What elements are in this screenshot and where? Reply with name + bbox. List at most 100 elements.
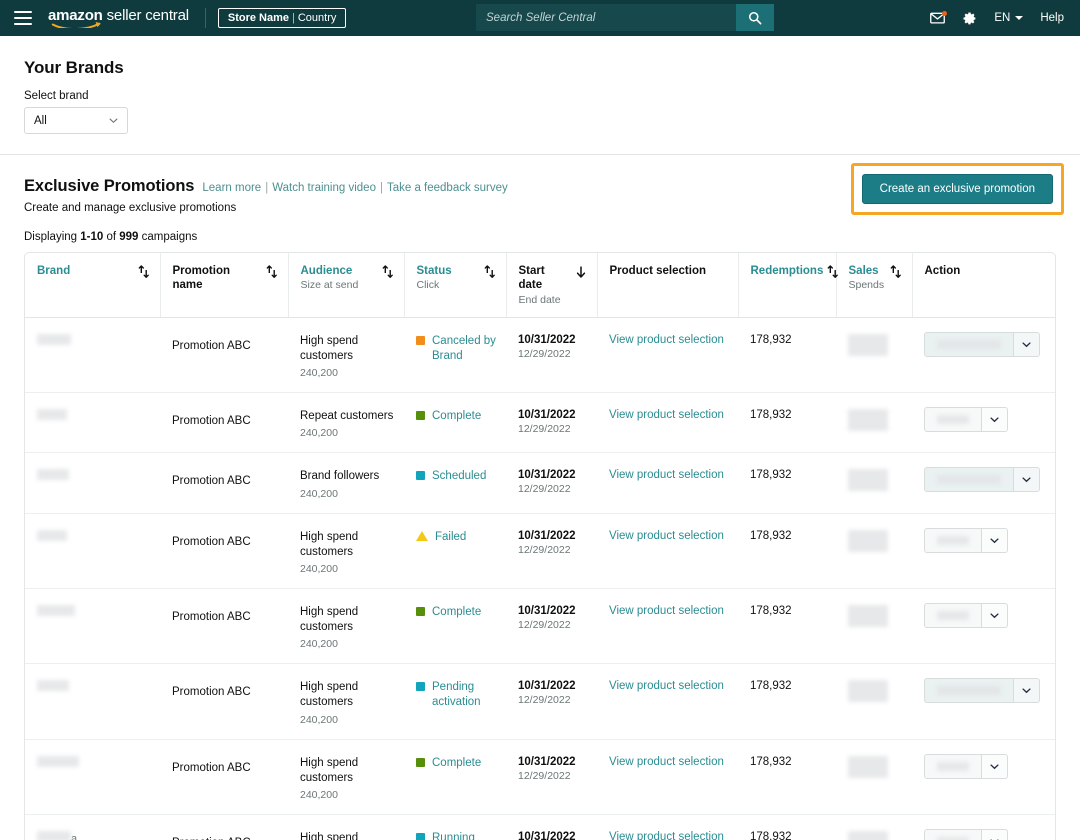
column-header-action[interactable]: Action [912, 253, 1055, 317]
search-input[interactable] [476, 4, 736, 31]
store-selector[interactable]: Store Name|Country [218, 8, 347, 28]
column-header-promotion-name[interactable]: Promotion name [160, 253, 288, 317]
cell-action [912, 664, 1055, 739]
sort-toggle-icon[interactable] [484, 265, 496, 279]
messages-button[interactable] [930, 12, 945, 24]
column-header-label: Status [417, 264, 452, 278]
sales-redacted-value [848, 831, 888, 840]
cell-promotion-name: Promotion ABC [160, 664, 288, 739]
audience-value: High spend customers [300, 831, 394, 840]
action-dropdown[interactable] [924, 467, 1040, 492]
cell-sales [836, 739, 912, 814]
view-product-selection-link[interactable]: View product selection [609, 831, 724, 840]
table-row: Promotion ABCHigh spend customers240,200… [25, 739, 1055, 814]
action-redacted-label [937, 686, 1001, 695]
sales-redacted-value [848, 605, 888, 627]
cell-brand [25, 588, 160, 663]
table-header-row: BrandPromotion nameAudienceSize at sendS… [25, 253, 1055, 317]
watch-training-video-link[interactable]: Watch training video [272, 182, 376, 194]
action-redacted-label [937, 415, 969, 424]
settings-button[interactable] [962, 11, 977, 26]
status-label[interactable]: Pending activation [432, 680, 496, 710]
status-label[interactable]: Canceled by Brand [432, 334, 496, 364]
action-dropdown[interactable] [924, 407, 1008, 432]
amazon-seller-central-logo[interactable]: amazon seller central [48, 8, 189, 28]
action-dropdown[interactable] [924, 829, 1008, 840]
search-bar[interactable] [476, 4, 774, 31]
cell-product-selection: View product selection [597, 513, 738, 588]
view-product-selection-link[interactable]: View product selection [609, 530, 724, 542]
column-header-status[interactable]: StatusClick [404, 253, 506, 317]
action-chevron-down-icon[interactable] [981, 604, 1007, 627]
help-link[interactable]: Help [1040, 12, 1064, 24]
brand-redacted-value [37, 409, 67, 420]
action-chevron-down-icon[interactable] [1013, 679, 1039, 702]
learn-more-link[interactable]: Learn more [202, 182, 261, 194]
status-label[interactable]: Complete [432, 605, 481, 620]
action-chevron-down-icon[interactable] [981, 529, 1007, 552]
sort-toggle-icon[interactable] [266, 265, 278, 279]
action-chevron-down-icon[interactable] [981, 408, 1007, 431]
column-header-redemptions[interactable]: Redemptions [738, 253, 836, 317]
audience-value: Brand followers [300, 469, 394, 484]
column-header-brand[interactable]: Brand [25, 253, 160, 317]
redemptions-value: 178,932 [750, 605, 792, 617]
status-label[interactable]: Running [432, 831, 475, 840]
audience-size-value: 240,200 [300, 427, 394, 439]
column-header-label: Sales [849, 264, 885, 278]
language-selector[interactable]: EN [994, 12, 1023, 24]
action-dropdown[interactable] [924, 754, 1008, 779]
status-color-swatch [416, 682, 425, 691]
cell-redemptions: 178,932 [738, 317, 836, 392]
view-product-selection-link[interactable]: View product selection [609, 334, 724, 346]
column-header-audience[interactable]: AudienceSize at send [288, 253, 404, 317]
action-chevron-down-icon[interactable] [1013, 468, 1039, 491]
sort-toggle-icon[interactable] [382, 265, 394, 279]
store-separator: | [292, 12, 295, 24]
action-chevron-down-icon[interactable] [981, 755, 1007, 778]
action-dropdown[interactable] [924, 332, 1040, 357]
brand-select-dropdown[interactable]: All [24, 107, 128, 134]
audience-size-value: 240,200 [300, 488, 394, 500]
column-header-sales[interactable]: SalesSpends [836, 253, 912, 317]
search-submit-button[interactable] [736, 4, 774, 31]
feedback-survey-link[interactable]: Take a feedback survey [387, 182, 508, 194]
sort-toggle-icon[interactable] [827, 265, 839, 279]
cell-promotion-name: Promotion ABC [160, 453, 288, 513]
sales-redacted-value [848, 530, 888, 552]
view-product-selection-link[interactable]: View product selection [609, 680, 724, 692]
promotion-name-value: Promotion ABC [172, 686, 251, 698]
sort-toggle-icon[interactable] [890, 265, 902, 279]
brand-redacted-value [37, 530, 67, 541]
status-label[interactable]: Scheduled [432, 469, 486, 484]
action-selected-value [925, 408, 981, 431]
view-product-selection-link[interactable]: View product selection [609, 469, 724, 481]
status-label[interactable]: Complete [432, 409, 481, 424]
view-product-selection-link[interactable]: View product selection [609, 605, 724, 617]
action-dropdown[interactable] [924, 603, 1008, 628]
status-label[interactable]: Complete [432, 756, 481, 771]
sales-redacted-value [848, 334, 888, 356]
view-product-selection-link[interactable]: View product selection [609, 409, 724, 421]
promotion-name-value: Promotion ABC [172, 475, 251, 487]
action-dropdown[interactable] [924, 528, 1008, 553]
action-chevron-down-icon[interactable] [1013, 333, 1039, 356]
action-dropdown[interactable] [924, 678, 1040, 703]
view-product-selection-link[interactable]: View product selection [609, 756, 724, 768]
start-date-value: 10/31/2022 [518, 409, 587, 421]
column-header-start-date[interactable]: Start dateEnd date [506, 253, 597, 317]
create-exclusive-promotion-button[interactable]: Create an exclusive promotion [862, 174, 1053, 204]
sort-toggle-icon[interactable] [138, 265, 150, 279]
cell-brand [25, 513, 160, 588]
status-color-swatch [416, 607, 425, 616]
status-label[interactable]: Failed [435, 530, 466, 545]
hamburger-menu-icon[interactable] [14, 11, 32, 25]
chevron-down-icon [1015, 16, 1023, 20]
link-separator-1: | [265, 182, 268, 194]
cell-audience: High spend customers240,200 [288, 317, 404, 392]
sort-desc-icon[interactable] [575, 265, 587, 279]
column-header-product-selection[interactable]: Product selection [597, 253, 738, 317]
cell-status: Running [404, 814, 506, 840]
action-chevron-down-icon[interactable] [981, 830, 1007, 840]
cell-redemptions: 178,932 [738, 664, 836, 739]
